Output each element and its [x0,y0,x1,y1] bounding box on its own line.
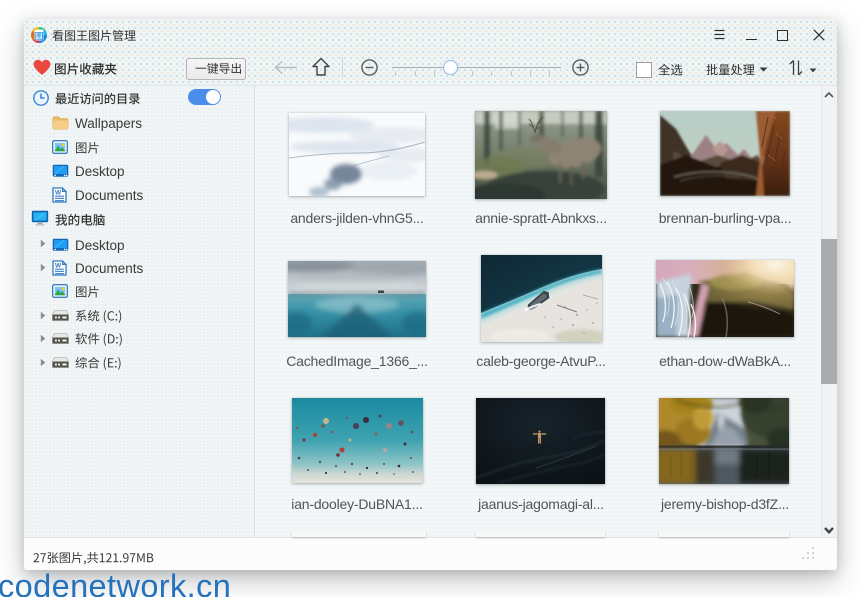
svg-text:W: W [55,189,62,196]
svg-text:W: W [55,262,62,269]
